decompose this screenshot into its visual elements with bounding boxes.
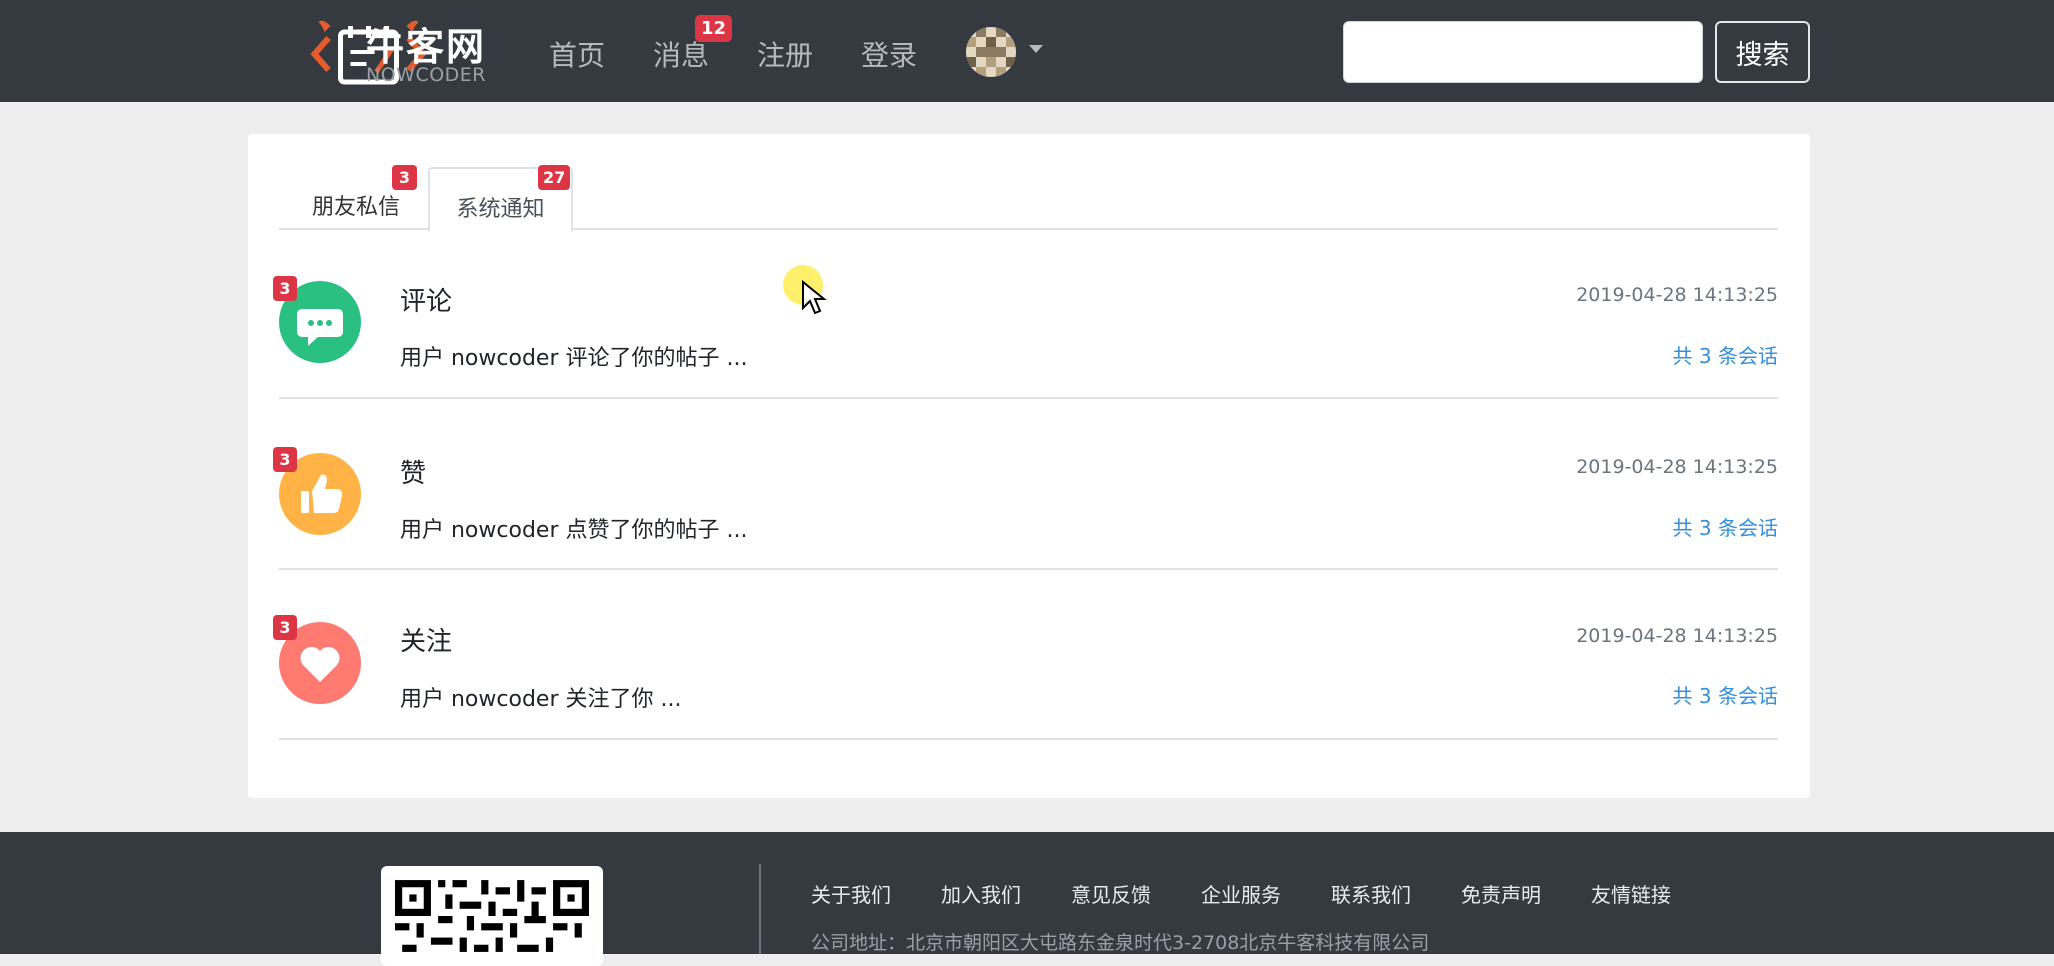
- user-avatar[interactable]: [966, 27, 1016, 77]
- logo-subtitle: NOWCODER: [366, 64, 487, 86]
- top-navbar: 牛客网 NOWCODER 首页 消息 12 注册 登录 搜索: [0, 0, 2054, 102]
- footer-link-join[interactable]: 加入我们: [941, 879, 1021, 908]
- footer-address: 公司地址：北京市朝阳区大屯路东金泉时代3-2708北京牛客科技有限公司: [811, 932, 1430, 954]
- notice-text: 用户 nowcoder 评论了你的帖子 ...: [400, 346, 748, 371]
- notice-title: 赞: [400, 459, 427, 489]
- notice-title: 关注: [400, 627, 453, 657]
- unread-badge: 3: [273, 615, 297, 640]
- notice-time: 2019-04-28 14:13:25: [1576, 625, 1778, 647]
- notice-time: 2019-04-28 14:13:25: [1576, 284, 1778, 306]
- footer-link-disclaimer[interactable]: 免责声明: [1461, 879, 1541, 908]
- tab-badge: 27: [538, 165, 571, 190]
- conversation-count-link[interactable]: 共 3 条会话: [1673, 340, 1778, 369]
- nav-home-link[interactable]: 首页: [549, 34, 605, 74]
- footer-link-enterprise[interactable]: 企业服务: [1201, 879, 1281, 908]
- tab-label: 系统通知: [456, 197, 545, 222]
- unread-badge: 3: [273, 276, 297, 301]
- qr-code: [381, 866, 603, 966]
- conversation-count-link[interactable]: 共 3 条会话: [1673, 680, 1778, 709]
- notice-item-comment[interactable]: 3 评论 用户 nowcoder 评论了你的帖子 ... 2019-04-28 …: [273, 227, 1778, 399]
- search-button[interactable]: 搜索: [1715, 21, 1810, 83]
- notice-time: 2019-04-28 14:13:25: [1576, 456, 1778, 478]
- mouse-pointer-icon: [802, 280, 827, 315]
- notice-title: 评论: [400, 287, 453, 317]
- unread-badge: 3: [273, 447, 297, 472]
- avatar-image-icon: [966, 27, 1016, 77]
- nav-login-link[interactable]: 登录: [861, 34, 917, 74]
- notice-item-follow[interactable]: 3 关注 用户 nowcoder 关注了你 ... 2019-04-28 14:…: [273, 570, 1778, 740]
- search-input[interactable]: [1343, 21, 1703, 83]
- conversation-count-link[interactable]: 共 3 条会话: [1673, 512, 1778, 541]
- qr-code-icon: [395, 880, 589, 952]
- logo-text[interactable]: 牛客网: [366, 16, 486, 71]
- messages-badge: 12: [695, 15, 733, 42]
- tab-label: 朋友私信: [311, 195, 400, 220]
- footer-link-contact[interactable]: 联系我们: [1331, 879, 1411, 908]
- chevron-down-icon[interactable]: [1029, 45, 1043, 53]
- notice-text: 用户 nowcoder 关注了你 ...: [400, 687, 682, 712]
- notice-text: 用户 nowcoder 点赞了你的帖子 ...: [400, 518, 748, 543]
- footer-divider: [759, 864, 761, 954]
- footer-link-feedback[interactable]: 意见反馈: [1071, 879, 1151, 908]
- notice-item-like[interactable]: 3 赞 用户 nowcoder 点赞了你的帖子 ... 2019-04-28 1…: [273, 399, 1778, 570]
- footer-link-friends[interactable]: 友情链接: [1591, 879, 1671, 908]
- tab-badge: 3: [392, 165, 417, 190]
- footer-link-about[interactable]: 关于我们: [811, 879, 891, 908]
- nav-register-link[interactable]: 注册: [757, 34, 813, 74]
